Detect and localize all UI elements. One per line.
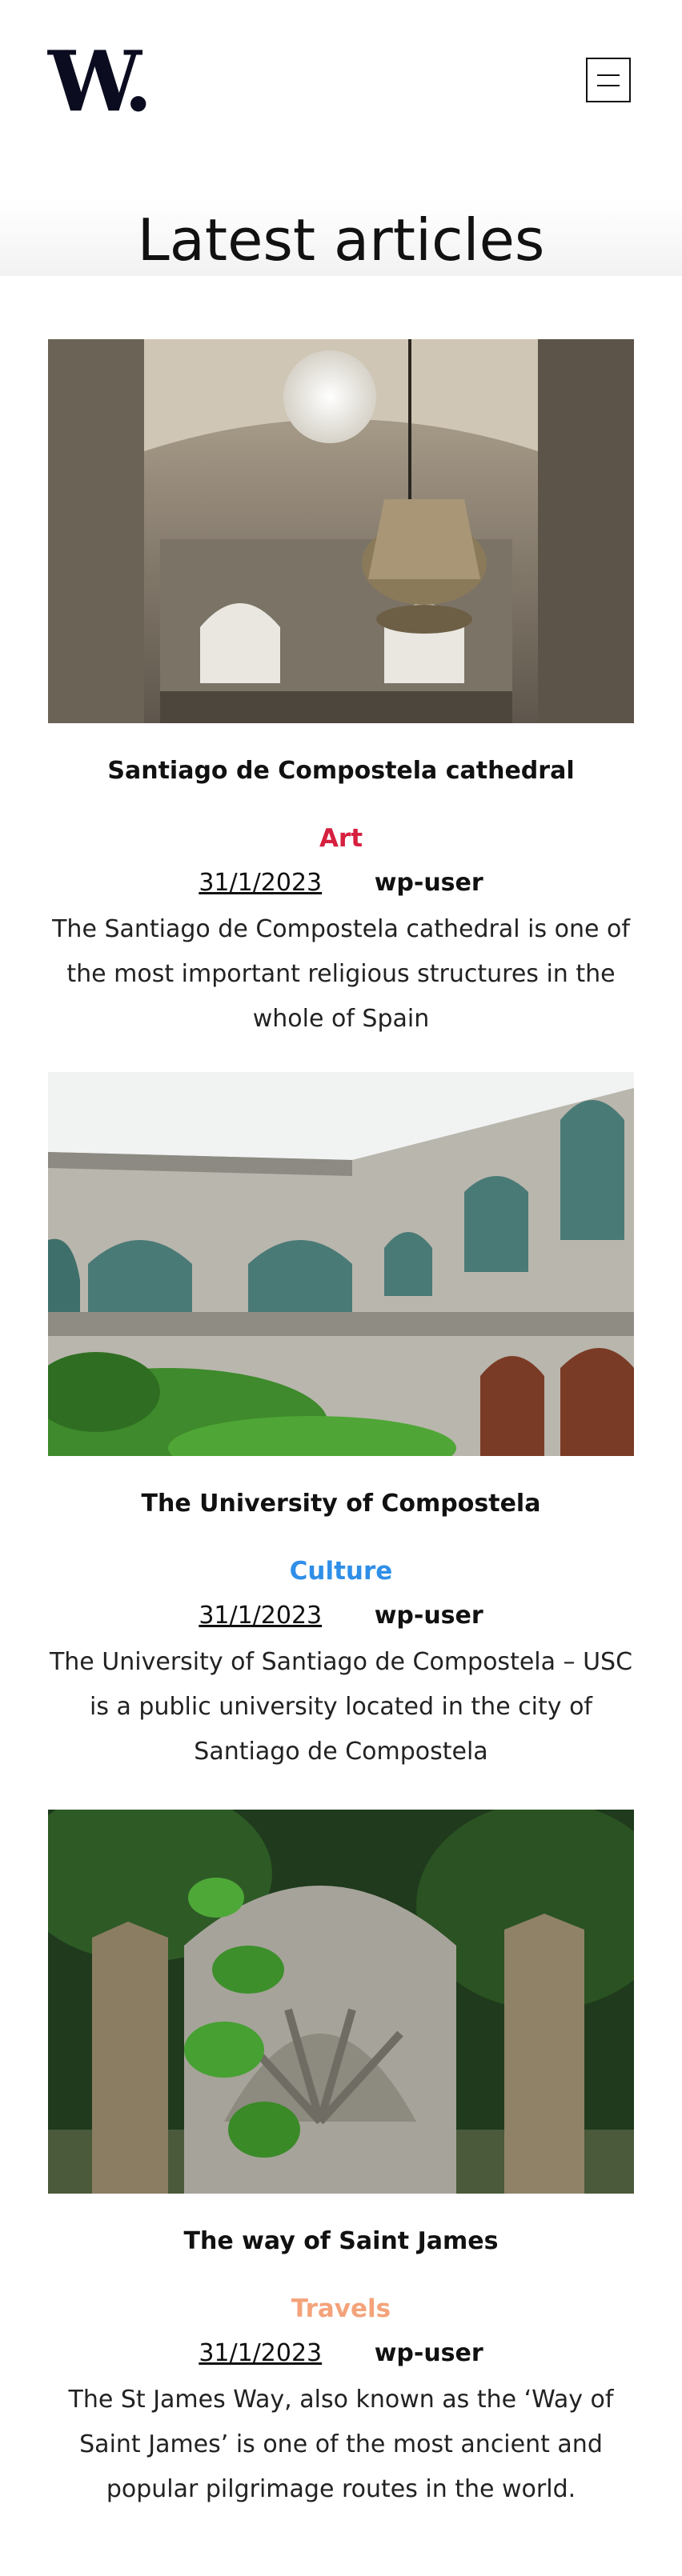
hamburger-menu-icon <box>597 74 620 76</box>
article-meta: 31/1/2023 wp-user <box>48 1600 634 1632</box>
article-date[interactable]: 31/1/2023 <box>199 2339 322 2367</box>
article-title[interactable]: The University of Compostela <box>48 1488 634 1520</box>
university-cloister-image <box>48 1072 634 1456</box>
site-logo[interactable]: W. <box>48 40 153 123</box>
article-image[interactable] <box>48 1072 634 1456</box>
article-category[interactable]: Art <box>48 822 634 854</box>
article-title[interactable]: The way of Saint James <box>48 2226 634 2258</box>
article-excerpt: The St James Way, also known as the ‘Way… <box>68 2386 614 2503</box>
article-meta: 31/1/2023 wp-user <box>48 2338 634 2370</box>
stone-scallop-image <box>48 1810 634 2194</box>
article-excerpt: The Santiago de Compostela cathedral is … <box>52 915 630 1033</box>
hamburger-menu-icon-line <box>597 85 620 86</box>
article-card: The way of Saint James Travels 31/1/2023… <box>48 1810 634 2512</box>
article-meta: 31/1/2023 wp-user <box>48 867 634 899</box>
article-date[interactable]: 31/1/2023 <box>199 1602 322 1630</box>
menu-button[interactable] <box>586 58 631 102</box>
article-category[interactable]: Culture <box>48 1555 634 1587</box>
article-title[interactable]: Santiago de Compostela cathedral <box>48 755 634 787</box>
article-category[interactable]: Travels <box>48 2293 634 2325</box>
site-header: W. <box>0 0 682 200</box>
article-author[interactable]: wp-user <box>375 869 483 897</box>
article-image[interactable] <box>48 1810 634 2194</box>
page-title: Latest articles <box>137 206 545 274</box>
article-excerpt: The University of Santiago de Compostela… <box>49 1648 633 1766</box>
cathedral-interior-image <box>48 339 634 723</box>
article-date[interactable]: 31/1/2023 <box>199 869 322 897</box>
article-card: Santiago de Compostela cathedral Art 31/… <box>48 339 634 1042</box>
article-author[interactable]: wp-user <box>375 1602 483 1630</box>
article-author[interactable]: wp-user <box>375 2339 483 2367</box>
article-image[interactable] <box>48 339 634 723</box>
article-card: The University of Compostela Culture 31/… <box>48 1072 634 1774</box>
